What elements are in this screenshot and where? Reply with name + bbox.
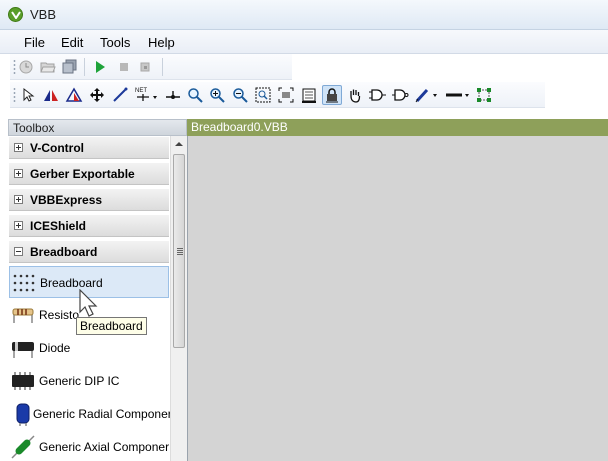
flip-horizontal-icon[interactable]	[41, 85, 61, 105]
expand-icon[interactable]	[14, 221, 23, 230]
line-style-icon[interactable]	[444, 85, 472, 105]
resize-icon[interactable]	[474, 85, 494, 105]
toolbox-item-diode[interactable]: Diode	[9, 332, 169, 364]
item-label: Breadboard	[40, 276, 103, 290]
category-label: Gerber Exportable	[30, 167, 135, 181]
category-gerber-exportable[interactable]: Gerber Exportable	[9, 163, 169, 185]
menu-file[interactable]: File	[24, 35, 45, 50]
toolbar-separator	[84, 58, 85, 76]
save-icon[interactable]	[60, 57, 80, 77]
tools-toolbar: NET	[10, 82, 545, 108]
item-label: Generic DIP IC	[39, 374, 120, 388]
menu-help[interactable]: Help	[148, 35, 175, 50]
category-label: ICEShield	[30, 219, 87, 233]
menu-edit[interactable]: Edit	[61, 35, 83, 50]
toolbar-separator	[162, 58, 163, 76]
category-breadboard[interactable]: Breadboard	[9, 241, 169, 263]
toolbox-scrollbar[interactable]	[170, 136, 187, 461]
diode-icon	[11, 336, 35, 360]
zoom-fit-icon[interactable]	[253, 85, 273, 105]
resistor-icon	[11, 303, 35, 327]
gate-icon[interactable]	[368, 85, 388, 105]
category-iceshield[interactable]: ICEShield	[9, 215, 169, 237]
wire-icon[interactable]	[110, 85, 130, 105]
toolbar-grip[interactable]	[13, 87, 16, 103]
app-logo-icon	[8, 7, 23, 22]
collapse-icon[interactable]	[14, 247, 23, 256]
dip-ic-icon	[11, 369, 35, 393]
category-label: Breadboard	[30, 245, 98, 259]
document-title: Breadboard0.VBB	[191, 120, 288, 134]
item-label: Generic Radial Componer	[33, 407, 172, 421]
title-bar: VBB	[0, 0, 608, 30]
toolbox-item-generic-radial-component[interactable]: Generic Radial Componer	[9, 398, 172, 430]
toolbox-item-generic-axial-component[interactable]: Generic Axial Componer	[9, 431, 169, 461]
new-icon[interactable]	[16, 57, 36, 77]
run-icon[interactable]	[90, 57, 110, 77]
expand-icon[interactable]	[14, 169, 23, 178]
radial-component-icon	[11, 402, 35, 426]
design-canvas[interactable]	[187, 136, 608, 461]
scrollbar-grip	[177, 248, 183, 255]
toolbox-title: Toolbox	[13, 121, 55, 135]
open-icon[interactable]	[38, 57, 58, 77]
select-icon[interactable]	[18, 85, 38, 105]
pan-icon[interactable]	[345, 85, 365, 105]
expand-icon[interactable]	[14, 143, 23, 152]
gate-buffer-icon[interactable]	[391, 85, 411, 105]
category-label: V-Control	[30, 141, 84, 155]
scroll-up-icon[interactable]	[171, 136, 187, 152]
svg-text:NET: NET	[135, 88, 147, 94]
axial-component-icon	[11, 435, 35, 459]
lock-icon[interactable]	[322, 85, 342, 105]
item-label: Diode	[39, 341, 71, 355]
zoom-selection-icon[interactable]	[276, 85, 296, 105]
pen-icon[interactable]	[415, 85, 441, 105]
category-vbbexpress[interactable]: VBBExpress	[9, 189, 169, 211]
category-v-control[interactable]: V-Control	[9, 137, 169, 159]
step-icon[interactable]	[136, 57, 156, 77]
item-label: Generic Axial Componer	[39, 440, 170, 454]
zoom-in-icon[interactable]	[207, 85, 227, 105]
toolbox-item-generic-dip-ic[interactable]: Generic DIP IC	[9, 365, 169, 397]
window-title: VBB	[30, 7, 57, 22]
zoom-icon[interactable]	[185, 85, 205, 105]
zoom-out-icon[interactable]	[230, 85, 250, 105]
junction-icon[interactable]	[163, 85, 183, 105]
zoom-page-icon[interactable]	[299, 85, 319, 105]
expand-icon[interactable]	[14, 195, 23, 204]
menu-tools[interactable]: Tools	[100, 35, 130, 50]
breadboard-icon	[12, 271, 36, 295]
net-icon[interactable]: NET	[134, 85, 160, 105]
mouse-cursor-icon	[79, 288, 101, 322]
scrollbar-thumb[interactable]	[173, 154, 185, 348]
item-label: Resisto	[39, 308, 80, 322]
flip-vertical-icon[interactable]	[64, 85, 84, 105]
toolbox-header: Toolbox	[8, 119, 187, 136]
move-icon[interactable]	[87, 85, 107, 105]
stop-icon[interactable]	[114, 57, 134, 77]
document-tab[interactable]: Breadboard0.VBB	[187, 119, 608, 136]
main-toolbar	[10, 54, 292, 80]
category-label: VBBExpress	[30, 193, 103, 207]
menu-bar: File Edit Tools Help	[0, 30, 608, 54]
